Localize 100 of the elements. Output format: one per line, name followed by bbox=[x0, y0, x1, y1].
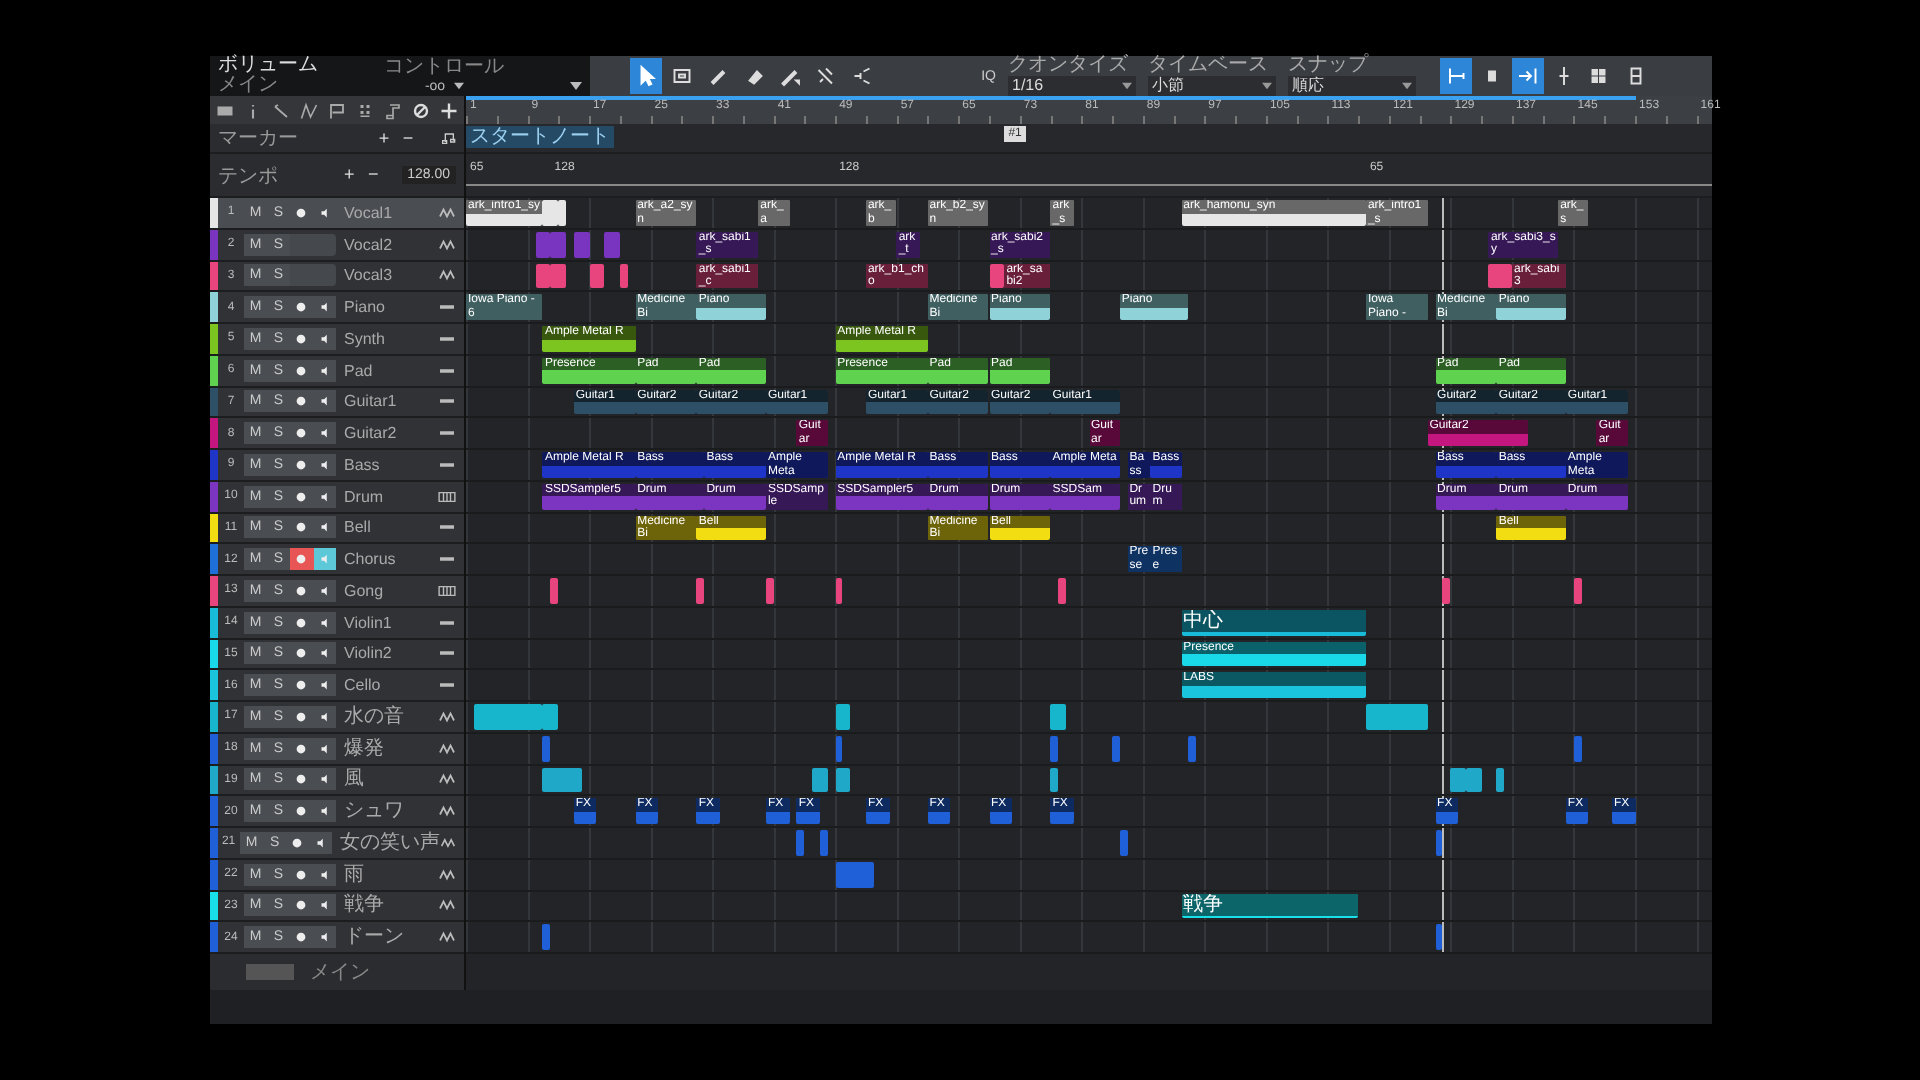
monitor-button[interactable] bbox=[313, 422, 336, 445]
speaker-icon bbox=[317, 363, 332, 378]
keyboard-icon bbox=[438, 489, 456, 504]
clip[interactable] bbox=[1573, 578, 1582, 604]
clip[interactable] bbox=[542, 704, 559, 730]
dropdown[interactable]: 順応 bbox=[1288, 76, 1416, 96]
clip[interactable] bbox=[1465, 767, 1482, 793]
clip[interactable] bbox=[1435, 830, 1443, 856]
speaker-icon bbox=[317, 867, 332, 882]
clip[interactable] bbox=[1112, 735, 1120, 761]
monitor-button[interactable] bbox=[313, 327, 336, 350]
clip[interactable] bbox=[1435, 924, 1443, 950]
clip[interactable] bbox=[1488, 263, 1512, 289]
note-icon[interactable] bbox=[384, 101, 402, 119]
record-dot-icon bbox=[294, 930, 309, 945]
record-button[interactable] bbox=[290, 548, 313, 571]
grid-icon[interactable] bbox=[356, 101, 374, 119]
bus-label: メイン bbox=[218, 76, 280, 96]
clip[interactable] bbox=[550, 231, 566, 257]
monitor-button[interactable] bbox=[313, 548, 336, 571]
clip[interactable] bbox=[835, 861, 874, 887]
monitor-button[interactable] bbox=[313, 642, 336, 665]
clip[interactable] bbox=[542, 735, 551, 761]
clip[interactable] bbox=[696, 578, 705, 604]
clip[interactable] bbox=[1496, 767, 1505, 793]
line-tool-icon[interactable] bbox=[272, 101, 290, 119]
monitor-button[interactable] bbox=[313, 926, 336, 949]
main-output-field[interactable] bbox=[246, 964, 294, 980]
clip[interactable] bbox=[604, 231, 620, 257]
monitor-button[interactable] bbox=[313, 768, 336, 791]
clip[interactable] bbox=[550, 578, 559, 604]
add-tempo-button[interactable]: + bbox=[341, 166, 358, 184]
monitor-button[interactable] bbox=[313, 453, 336, 476]
dropdown[interactable]: 1/16 bbox=[1008, 76, 1136, 96]
clip[interactable] bbox=[542, 924, 551, 950]
clip[interactable] bbox=[835, 735, 843, 761]
control-label: コントロール bbox=[384, 57, 504, 77]
dropdown[interactable]: 小節 bbox=[1148, 76, 1276, 96]
start-marker[interactable]: スタートノート bbox=[466, 126, 614, 148]
remove-tempo-button[interactable]: − bbox=[365, 166, 382, 184]
clip[interactable] bbox=[542, 200, 559, 226]
clip[interactable] bbox=[558, 200, 566, 226]
monitor-button[interactable] bbox=[313, 359, 336, 382]
speaker-icon bbox=[317, 331, 332, 346]
clip[interactable] bbox=[1050, 767, 1059, 793]
listen-icon bbox=[850, 64, 874, 88]
clip[interactable] bbox=[835, 704, 851, 730]
list-icon[interactable] bbox=[216, 101, 234, 119]
clip[interactable] bbox=[835, 767, 851, 793]
monitor-button[interactable] bbox=[313, 579, 336, 602]
add-track-icon[interactable] bbox=[440, 101, 458, 119]
remove-marker-button[interactable]: − bbox=[400, 129, 416, 147]
clip[interactable] bbox=[619, 263, 628, 289]
clip[interactable] bbox=[550, 263, 566, 289]
clip[interactable] bbox=[796, 830, 805, 856]
monitor-button[interactable] bbox=[313, 390, 336, 413]
add-marker-button[interactable]: + bbox=[376, 129, 392, 147]
monitor-button[interactable] bbox=[313, 737, 336, 760]
monitor-button[interactable] bbox=[313, 516, 336, 539]
flag-icon[interactable] bbox=[328, 101, 346, 119]
clip[interactable] bbox=[1450, 767, 1466, 793]
monitor-button[interactable] bbox=[313, 296, 336, 319]
clip[interactable] bbox=[1573, 735, 1582, 761]
clip[interactable] bbox=[1050, 704, 1066, 730]
clip[interactable] bbox=[1058, 578, 1066, 604]
monitor-button[interactable] bbox=[313, 485, 336, 508]
loop-start-toggle-button[interactable] bbox=[1440, 58, 1472, 94]
monitor-button[interactable] bbox=[313, 800, 336, 823]
track-name: 女の笑い声 bbox=[338, 831, 441, 854]
caret-icon[interactable] bbox=[570, 82, 582, 90]
clip[interactable] bbox=[989, 263, 1005, 289]
pointer-tool-button[interactable] bbox=[630, 58, 662, 94]
clip[interactable] bbox=[1050, 735, 1059, 761]
monitor-button[interactable] bbox=[313, 863, 336, 886]
clip[interactable] bbox=[535, 231, 551, 257]
track-name: Pad bbox=[342, 361, 375, 380]
record-dot-icon bbox=[294, 363, 309, 378]
clip[interactable] bbox=[535, 263, 551, 289]
clip[interactable] bbox=[819, 830, 828, 856]
clip[interactable] bbox=[1442, 578, 1451, 604]
monitor-button[interactable] bbox=[313, 674, 336, 697]
monitor-button[interactable] bbox=[309, 831, 333, 854]
clip[interactable] bbox=[473, 704, 543, 730]
clip[interactable] bbox=[589, 263, 605, 289]
clip[interactable] bbox=[573, 231, 590, 257]
monitor-button[interactable] bbox=[313, 611, 336, 634]
clip[interactable]: 戦争 bbox=[1181, 893, 1359, 919]
record-dot-icon bbox=[294, 804, 309, 819]
clip[interactable] bbox=[812, 767, 828, 793]
note-icon[interactable] bbox=[440, 130, 456, 146]
monitor-button[interactable] bbox=[313, 705, 336, 728]
clip[interactable] bbox=[1188, 735, 1197, 761]
clip[interactable] bbox=[765, 578, 774, 604]
follow-toggle-button[interactable] bbox=[1512, 58, 1544, 94]
clip[interactable] bbox=[1365, 704, 1428, 730]
monitor-button[interactable] bbox=[313, 894, 336, 917]
clip[interactable] bbox=[1119, 830, 1128, 856]
clip[interactable] bbox=[835, 578, 843, 604]
curve-icon[interactable] bbox=[300, 101, 318, 119]
clip[interactable] bbox=[542, 767, 582, 793]
